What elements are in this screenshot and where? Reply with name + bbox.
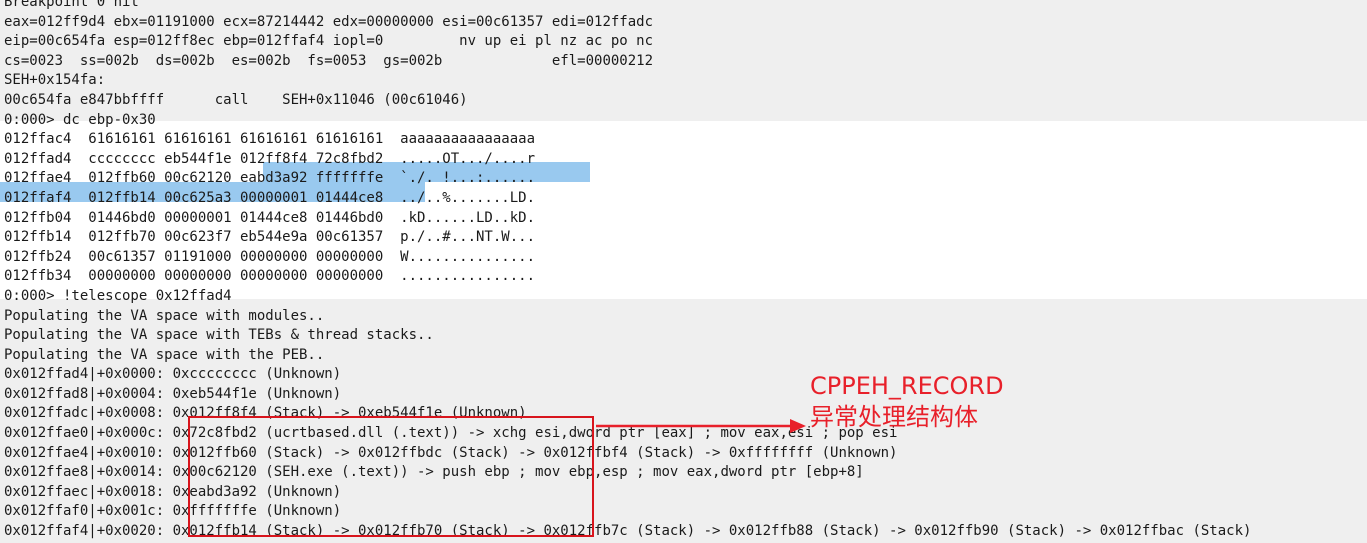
console-line: 00c654fa e847bbffff call SEH+0x11046 (00… — [4, 91, 468, 108]
memory-dump-row: 012ffb04 01446bd0 00000001 01444ce8 0144… — [4, 209, 536, 226]
console-line: Populating the VA space with TEBs & thre… — [4, 327, 434, 344]
console-line: Breakpoint 0 hit — [4, 0, 139, 10]
command-line: 0:000> !telescope 0x12ffad4 — [4, 287, 232, 304]
telescope-row: 0x012ffad8|+0x0004: 0xeb544f1e (Unknown) — [4, 385, 342, 402]
memory-dump-row: 012ffae4 012ffb60 00c62120 eabd3a92 ffff… — [4, 170, 536, 187]
memory-dump-row: 012ffb34 00000000 00000000 00000000 0000… — [4, 268, 536, 285]
memory-dump-row: 012ffaf4 012ffb14 00c625a3 00000001 0144… — [4, 189, 536, 206]
annotation-highlight-box — [188, 416, 594, 537]
telescope-row: 0x012ffad4|+0x0000: 0xcccccccc (Unknown) — [4, 366, 342, 383]
annotation-title: CPPEH_RECORD — [810, 372, 1004, 400]
console-line: eax=012ff9d4 ebx=01191000 ecx=87214442 e… — [4, 13, 654, 30]
memory-dump-row: 012ffad4 cccccccc eb544f1e 012ff8f4 72c8… — [4, 150, 536, 167]
console-line: Populating the VA space with the PEB.. — [4, 346, 325, 363]
console-line: SEH+0x154fa: — [4, 72, 106, 89]
memory-dump-row: 012ffb24 00c61357 01191000 00000000 0000… — [4, 248, 536, 265]
annotation-subtitle: 异常处理结构体 — [810, 403, 978, 431]
console-line: cs=0023 ss=002b ds=002b es=002b fs=0053 … — [4, 52, 654, 69]
console-line: Populating the VA space with modules.. — [4, 307, 325, 324]
memory-dump-row: 012ffb14 012ffb70 00c623f7 eb544e9a 00c6… — [4, 229, 536, 246]
command-line: 0:000> dc ebp-0x30 — [4, 111, 156, 128]
annotation-arrow-icon — [596, 419, 806, 433]
memory-dump-row: 012ffac4 61616161 61616161 61616161 6161… — [4, 131, 536, 148]
console-line: eip=00c654fa esp=012ff8ec ebp=012ffaf4 i… — [4, 33, 654, 50]
